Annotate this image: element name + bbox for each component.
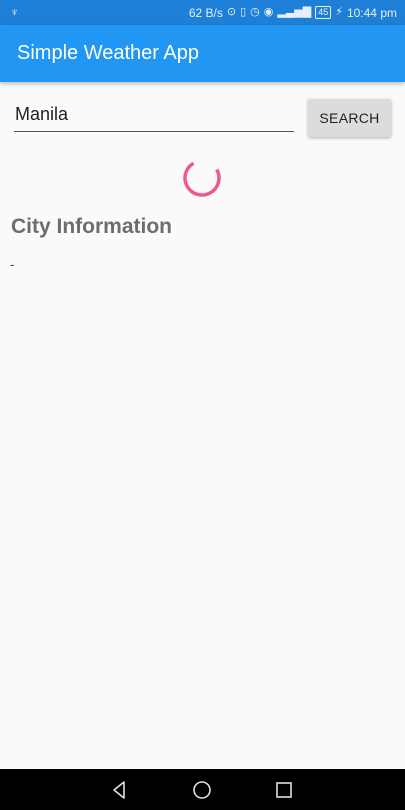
battery-icon: 45 [315,6,332,19]
recents-icon[interactable] [272,778,296,802]
app-bar: Simple Weather App [0,25,405,82]
loading-spinner [183,159,221,197]
network-speed: 62 B/s [188,5,223,20]
vibrate-icon: ▯ [240,6,247,18]
navigation-bar [0,769,405,810]
signal-icon: ▂▃▅▇ [277,6,312,18]
status-bar-right: 62 B/s ⊙ ▯ ◷ ◉ ▂▃▅▇ 45 ⚡ 10:44 pm [189,0,397,25]
clock: 10:44 pm [346,5,397,20]
city-information-value: - [10,256,15,272]
usb-icon: ♆ [10,5,19,19]
search-button[interactable]: SEARCH [308,99,391,137]
city-search-input[interactable] [14,100,294,132]
charging-icon: ⚡ [335,6,343,18]
alarm-icon: ◷ [250,6,260,18]
hotspot-icon: ⊙ [226,6,237,18]
back-icon[interactable] [108,778,132,802]
city-information-heading: City Information [11,215,172,238]
eye-comfort-icon: ◉ [263,6,274,18]
status-bar: ♆ 62 B/s ⊙ ▯ ◷ ◉ ▂▃▅▇ 45 ⚡ 10:44 pm [0,0,405,25]
app-title: Simple Weather App [17,42,199,64]
home-icon[interactable] [190,778,214,802]
